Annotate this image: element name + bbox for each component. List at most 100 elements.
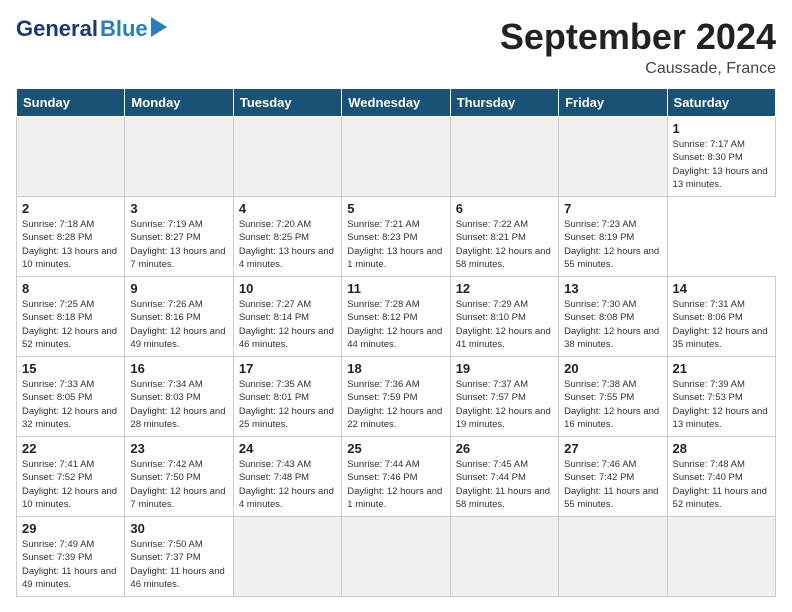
day-number: 2 — [22, 201, 119, 216]
day-number: 15 — [22, 361, 119, 376]
cell-info: Sunrise: 7:33 AMSunset: 8:05 PMDaylight:… — [22, 379, 117, 430]
day-number: 10 — [239, 281, 336, 296]
calendar-week-3: 8 Sunrise: 7:25 AMSunset: 8:18 PMDaylight… — [17, 277, 776, 357]
header-saturday: Saturday — [667, 89, 775, 117]
cell-info: Sunrise: 7:50 AMSunset: 7:37 PMDaylight:… — [130, 539, 224, 590]
cell-info: Sunrise: 7:25 AMSunset: 8:18 PMDaylight:… — [22, 299, 117, 350]
calendar-cell: 21 Sunrise: 7:39 AMSunset: 7:53 PMDayligh… — [667, 357, 775, 437]
calendar-cell — [450, 517, 558, 597]
header-friday: Friday — [559, 89, 667, 117]
location-text: Caussade, France — [500, 60, 776, 78]
header-thursday: Thursday — [450, 89, 558, 117]
calendar-cell: 9 Sunrise: 7:26 AMSunset: 8:16 PMDaylight… — [125, 277, 233, 357]
title-section: September 2024 Caussade, France — [500, 16, 776, 78]
day-number: 14 — [673, 281, 770, 296]
calendar-cell: 3 Sunrise: 7:19 AMSunset: 8:27 PMDaylight… — [125, 197, 233, 277]
calendar-cell: 22Sunrise: 7:41 AMSunset: 7:52 PMDayligh… — [17, 437, 125, 517]
calendar-table: Sunday Monday Tuesday Wednesday Thursday… — [16, 88, 776, 597]
logo: GeneralBlue — [16, 16, 167, 42]
cell-info: Sunrise: 7:42 AMSunset: 7:50 PMDaylight:… — [130, 459, 225, 510]
calendar-cell — [559, 517, 667, 597]
header-wednesday: Wednesday — [342, 89, 450, 117]
calendar-week-6: 29 Sunrise: 7:49 AMSunset: 7:39 PMDayligh… — [17, 517, 776, 597]
calendar-cell — [342, 117, 450, 197]
day-number: 29 — [22, 521, 119, 536]
day-number: 25 — [347, 441, 444, 456]
calendar-cell: 6 Sunrise: 7:22 AMSunset: 8:21 PMDaylight… — [450, 197, 558, 277]
cell-info: Sunrise: 7:26 AMSunset: 8:16 PMDaylight:… — [130, 299, 225, 350]
calendar-cell: 2 Sunrise: 7:18 AMSunset: 8:28 PMDaylight… — [17, 197, 125, 277]
cell-info: Sunrise: 7:27 AMSunset: 8:14 PMDaylight:… — [239, 299, 334, 350]
calendar-cell: 11 Sunrise: 7:28 AMSunset: 8:12 PMDayligh… — [342, 277, 450, 357]
header-sunday: Sunday — [17, 89, 125, 117]
cell-info: Sunrise: 7:18 AMSunset: 8:28 PMDaylight:… — [22, 219, 117, 270]
cell-info: Sunrise: 7:19 AMSunset: 8:27 PMDaylight:… — [130, 219, 225, 270]
day-number: 22 — [22, 441, 119, 456]
calendar-cell — [233, 517, 341, 597]
calendar-week-2: 2 Sunrise: 7:18 AMSunset: 8:28 PMDaylight… — [17, 197, 776, 277]
calendar-cell: 8 Sunrise: 7:25 AMSunset: 8:18 PMDaylight… — [17, 277, 125, 357]
day-number: 3 — [130, 201, 227, 216]
calendar-cell: 20Sunrise: 7:38 AMSunset: 7:55 PMDayligh… — [559, 357, 667, 437]
cell-info: Sunrise: 7:17 AMSunset: 8:30 PMDaylight:… — [673, 139, 768, 190]
calendar-cell: 29 Sunrise: 7:49 AMSunset: 7:39 PMDayligh… — [17, 517, 125, 597]
day-number: 11 — [347, 281, 444, 296]
day-number: 26 — [456, 441, 553, 456]
cell-info: Sunrise: 7:34 AMSunset: 8:03 PMDaylight:… — [130, 379, 225, 430]
cell-info: Sunrise: 7:48 AMSunset: 7:40 PMDaylight:… — [673, 459, 767, 510]
calendar-cell — [342, 517, 450, 597]
day-number: 9 — [130, 281, 227, 296]
calendar-cell: 27 Sunrise: 7:46 AMSunset: 7:42 PMDayligh… — [559, 437, 667, 517]
calendar-cell — [667, 517, 775, 597]
cell-info: Sunrise: 7:43 AMSunset: 7:48 PMDaylight:… — [239, 459, 334, 510]
calendar-cell: 30 Sunrise: 7:50 AMSunset: 7:37 PMDayligh… — [125, 517, 233, 597]
cell-info: Sunrise: 7:22 AMSunset: 8:21 PMDaylight:… — [456, 219, 551, 270]
calendar-cell: 28Sunrise: 7:48 AMSunset: 7:40 PMDayligh… — [667, 437, 775, 517]
calendar-week-4: 15 Sunrise: 7:33 AMSunset: 8:05 PMDayligh… — [17, 357, 776, 437]
day-number: 13 — [564, 281, 661, 296]
calendar-cell: 10 Sunrise: 7:27 AMSunset: 8:14 PMDayligh… — [233, 277, 341, 357]
calendar-cell: 16 Sunrise: 7:34 AMSunset: 8:03 PMDayligh… — [125, 357, 233, 437]
calendar-cell: 14Sunrise: 7:31 AMSunset: 8:06 PMDayligh… — [667, 277, 775, 357]
day-number: 8 — [22, 281, 119, 296]
cell-info: Sunrise: 7:45 AMSunset: 7:44 PMDaylight:… — [456, 459, 550, 510]
day-number: 12 — [456, 281, 553, 296]
calendar-cell: 18Sunrise: 7:36 AMSunset: 7:59 PMDayligh… — [342, 357, 450, 437]
calendar-cell: 19Sunrise: 7:37 AMSunset: 7:57 PMDayligh… — [450, 357, 558, 437]
day-number: 27 — [564, 441, 661, 456]
logo-general: General — [16, 16, 98, 42]
day-number: 21 — [673, 361, 770, 376]
day-number: 1 — [673, 121, 770, 136]
calendar-cell — [450, 117, 558, 197]
day-number: 16 — [130, 361, 227, 376]
cell-info: Sunrise: 7:46 AMSunset: 7:42 PMDaylight:… — [564, 459, 658, 510]
header-monday: Monday — [125, 89, 233, 117]
day-number: 18 — [347, 361, 444, 376]
cell-info: Sunrise: 7:38 AMSunset: 7:55 PMDaylight:… — [564, 379, 659, 430]
calendar-cell — [125, 117, 233, 197]
cell-info: Sunrise: 7:44 AMSunset: 7:46 PMDaylight:… — [347, 459, 442, 510]
calendar-cell — [233, 117, 341, 197]
calendar-cell: 24 Sunrise: 7:43 AMSunset: 7:48 PMDayligh… — [233, 437, 341, 517]
calendar-cell: 7Sunrise: 7:23 AMSunset: 8:19 PMDaylight… — [559, 197, 667, 277]
calendar-cell: 26 Sunrise: 7:45 AMSunset: 7:44 PMDayligh… — [450, 437, 558, 517]
calendar-cell: 13 Sunrise: 7:30 AMSunset: 8:08 PMDayligh… — [559, 277, 667, 357]
cell-info: Sunrise: 7:49 AMSunset: 7:39 PMDaylight:… — [22, 539, 116, 590]
calendar-cell: 15 Sunrise: 7:33 AMSunset: 8:05 PMDayligh… — [17, 357, 125, 437]
calendar-header-row: Sunday Monday Tuesday Wednesday Thursday… — [17, 89, 776, 117]
calendar-cell — [559, 117, 667, 197]
cell-info: Sunrise: 7:39 AMSunset: 7:53 PMDaylight:… — [673, 379, 768, 430]
calendar-cell: 12Sunrise: 7:29 AMSunset: 8:10 PMDayligh… — [450, 277, 558, 357]
day-number: 24 — [239, 441, 336, 456]
day-number: 19 — [456, 361, 553, 376]
day-number: 30 — [130, 521, 227, 536]
calendar-cell: 17Sunrise: 7:35 AMSunset: 8:01 PMDayligh… — [233, 357, 341, 437]
calendar-week-1: 1 Sunrise: 7:17 AMSunset: 8:30 PMDaylight… — [17, 117, 776, 197]
day-number: 7 — [564, 201, 661, 216]
day-number: 6 — [456, 201, 553, 216]
cell-info: Sunrise: 7:28 AMSunset: 8:12 PMDaylight:… — [347, 299, 442, 350]
cell-info: Sunrise: 7:21 AMSunset: 8:23 PMDaylight:… — [347, 219, 442, 270]
cell-info: Sunrise: 7:30 AMSunset: 8:08 PMDaylight:… — [564, 299, 659, 350]
calendar-cell: 23Sunrise: 7:42 AMSunset: 7:50 PMDayligh… — [125, 437, 233, 517]
page-header: GeneralBlue September 2024 Caussade, Fra… — [16, 16, 776, 78]
